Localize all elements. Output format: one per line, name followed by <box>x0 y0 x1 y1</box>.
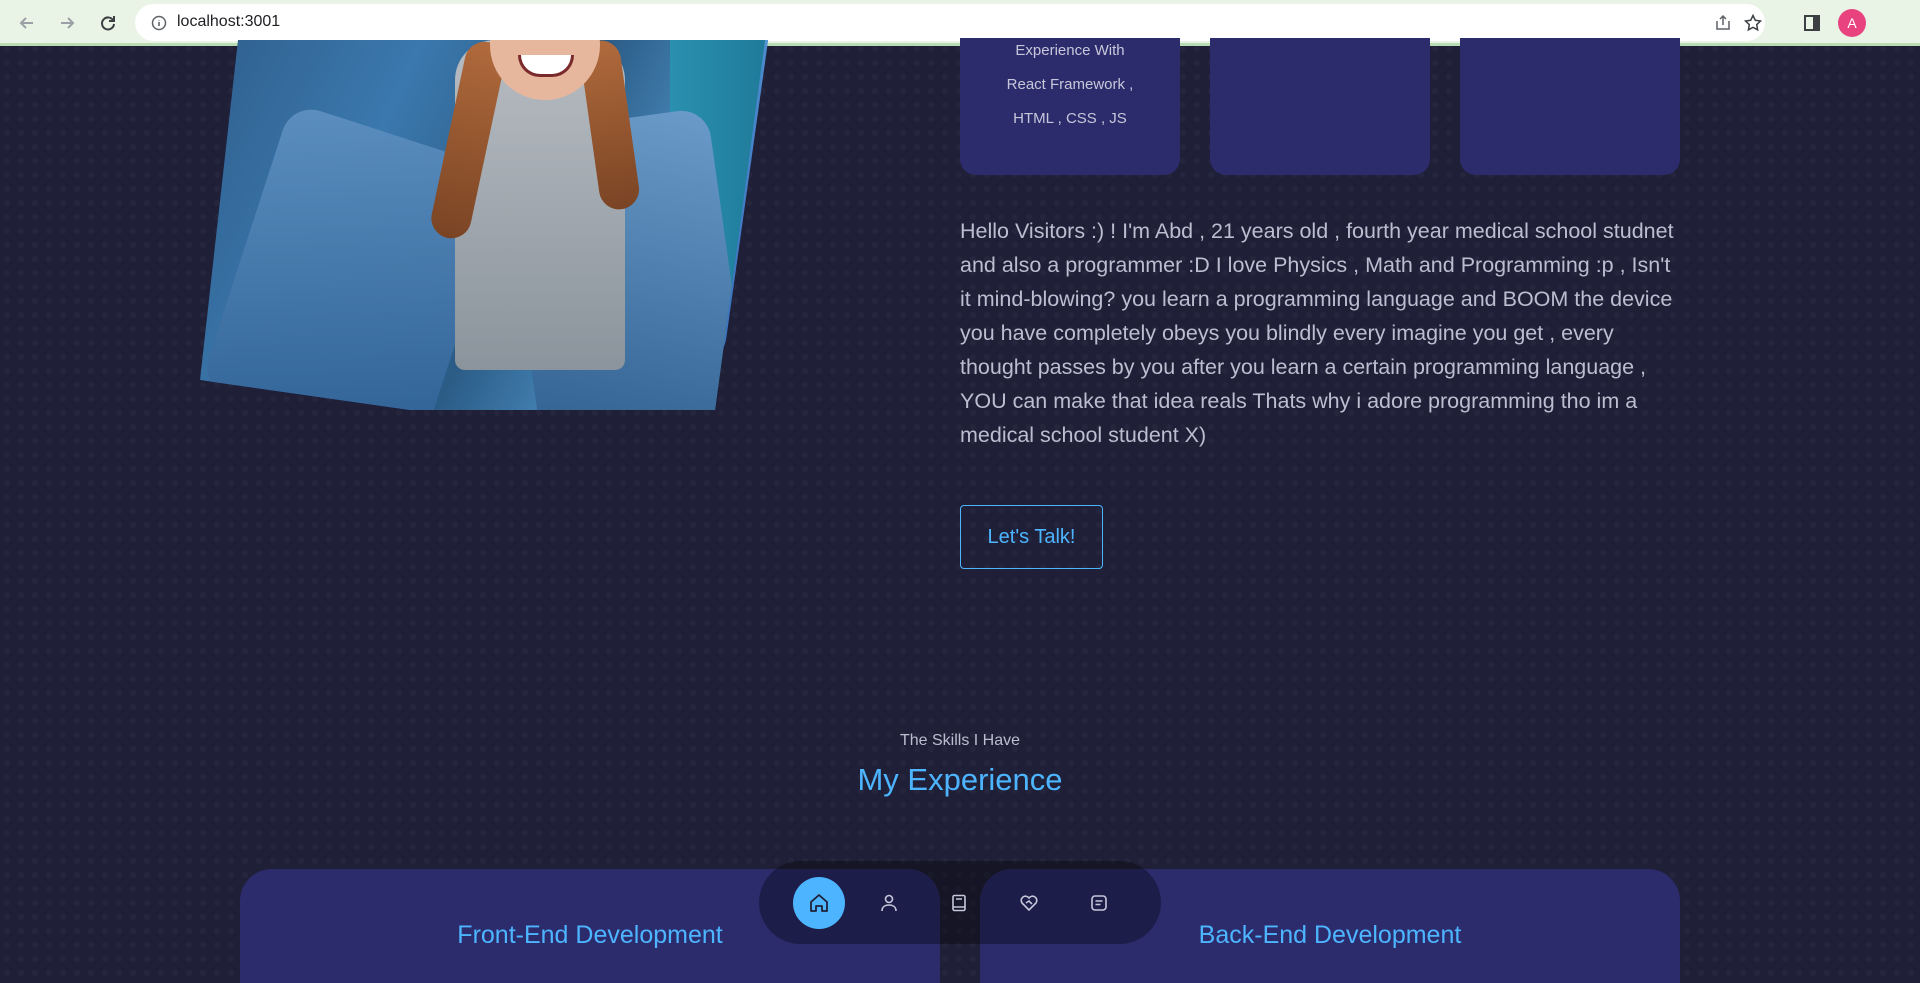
forward-button[interactable] <box>52 8 82 38</box>
url-text: localhost:3001 <box>177 13 281 30</box>
nav-home[interactable] <box>793 876 845 929</box>
card-line: HTML , CSS , JS <box>1013 110 1127 127</box>
about-card-experience: Experience With React Framework , HTML ,… <box>960 38 1180 175</box>
heart-handshake-icon <box>1020 894 1038 911</box>
card-line: React Framework , <box>1006 76 1134 93</box>
profile-photo <box>200 40 765 410</box>
nav-services[interactable] <box>1003 877 1055 929</box>
side-panel-icon <box>1804 15 1820 31</box>
message-icon <box>1091 894 1107 911</box>
about-card-3 <box>1460 38 1680 175</box>
about-card-2 <box>1210 38 1430 175</box>
bookmark-star-icon[interactable] <box>1743 13 1763 33</box>
home-icon <box>810 893 828 912</box>
address-bar[interactable]: localhost:3001 <box>135 4 1765 41</box>
reload-button[interactable] <box>93 8 123 38</box>
experience-title: My Experience <box>857 762 1063 797</box>
floating-nav <box>759 861 1161 944</box>
user-icon <box>881 894 897 911</box>
side-panel-button[interactable] <box>1797 8 1827 38</box>
nav-experience[interactable] <box>933 877 985 929</box>
site-info-icon[interactable] <box>149 13 169 33</box>
profile-avatar[interactable]: A <box>1838 9 1866 37</box>
share-icon[interactable] <box>1713 13 1733 33</box>
nav-about[interactable] <box>863 877 915 929</box>
about-paragraph: Hello Visitors :) ! I'm Abd , 21 years o… <box>960 219 1674 447</box>
nav-contact[interactable] <box>1073 877 1125 929</box>
card-line: Experience With <box>1015 42 1125 59</box>
lets-talk-button[interactable]: Let's Talk! <box>960 505 1103 569</box>
back-button[interactable] <box>12 8 42 38</box>
arrow-left-icon <box>19 17 33 29</box>
arrow-right-icon <box>61 17 75 29</box>
reload-icon <box>101 16 115 31</box>
book-icon <box>952 894 966 911</box>
experience-subtitle: The Skills I Have <box>899 732 1021 749</box>
